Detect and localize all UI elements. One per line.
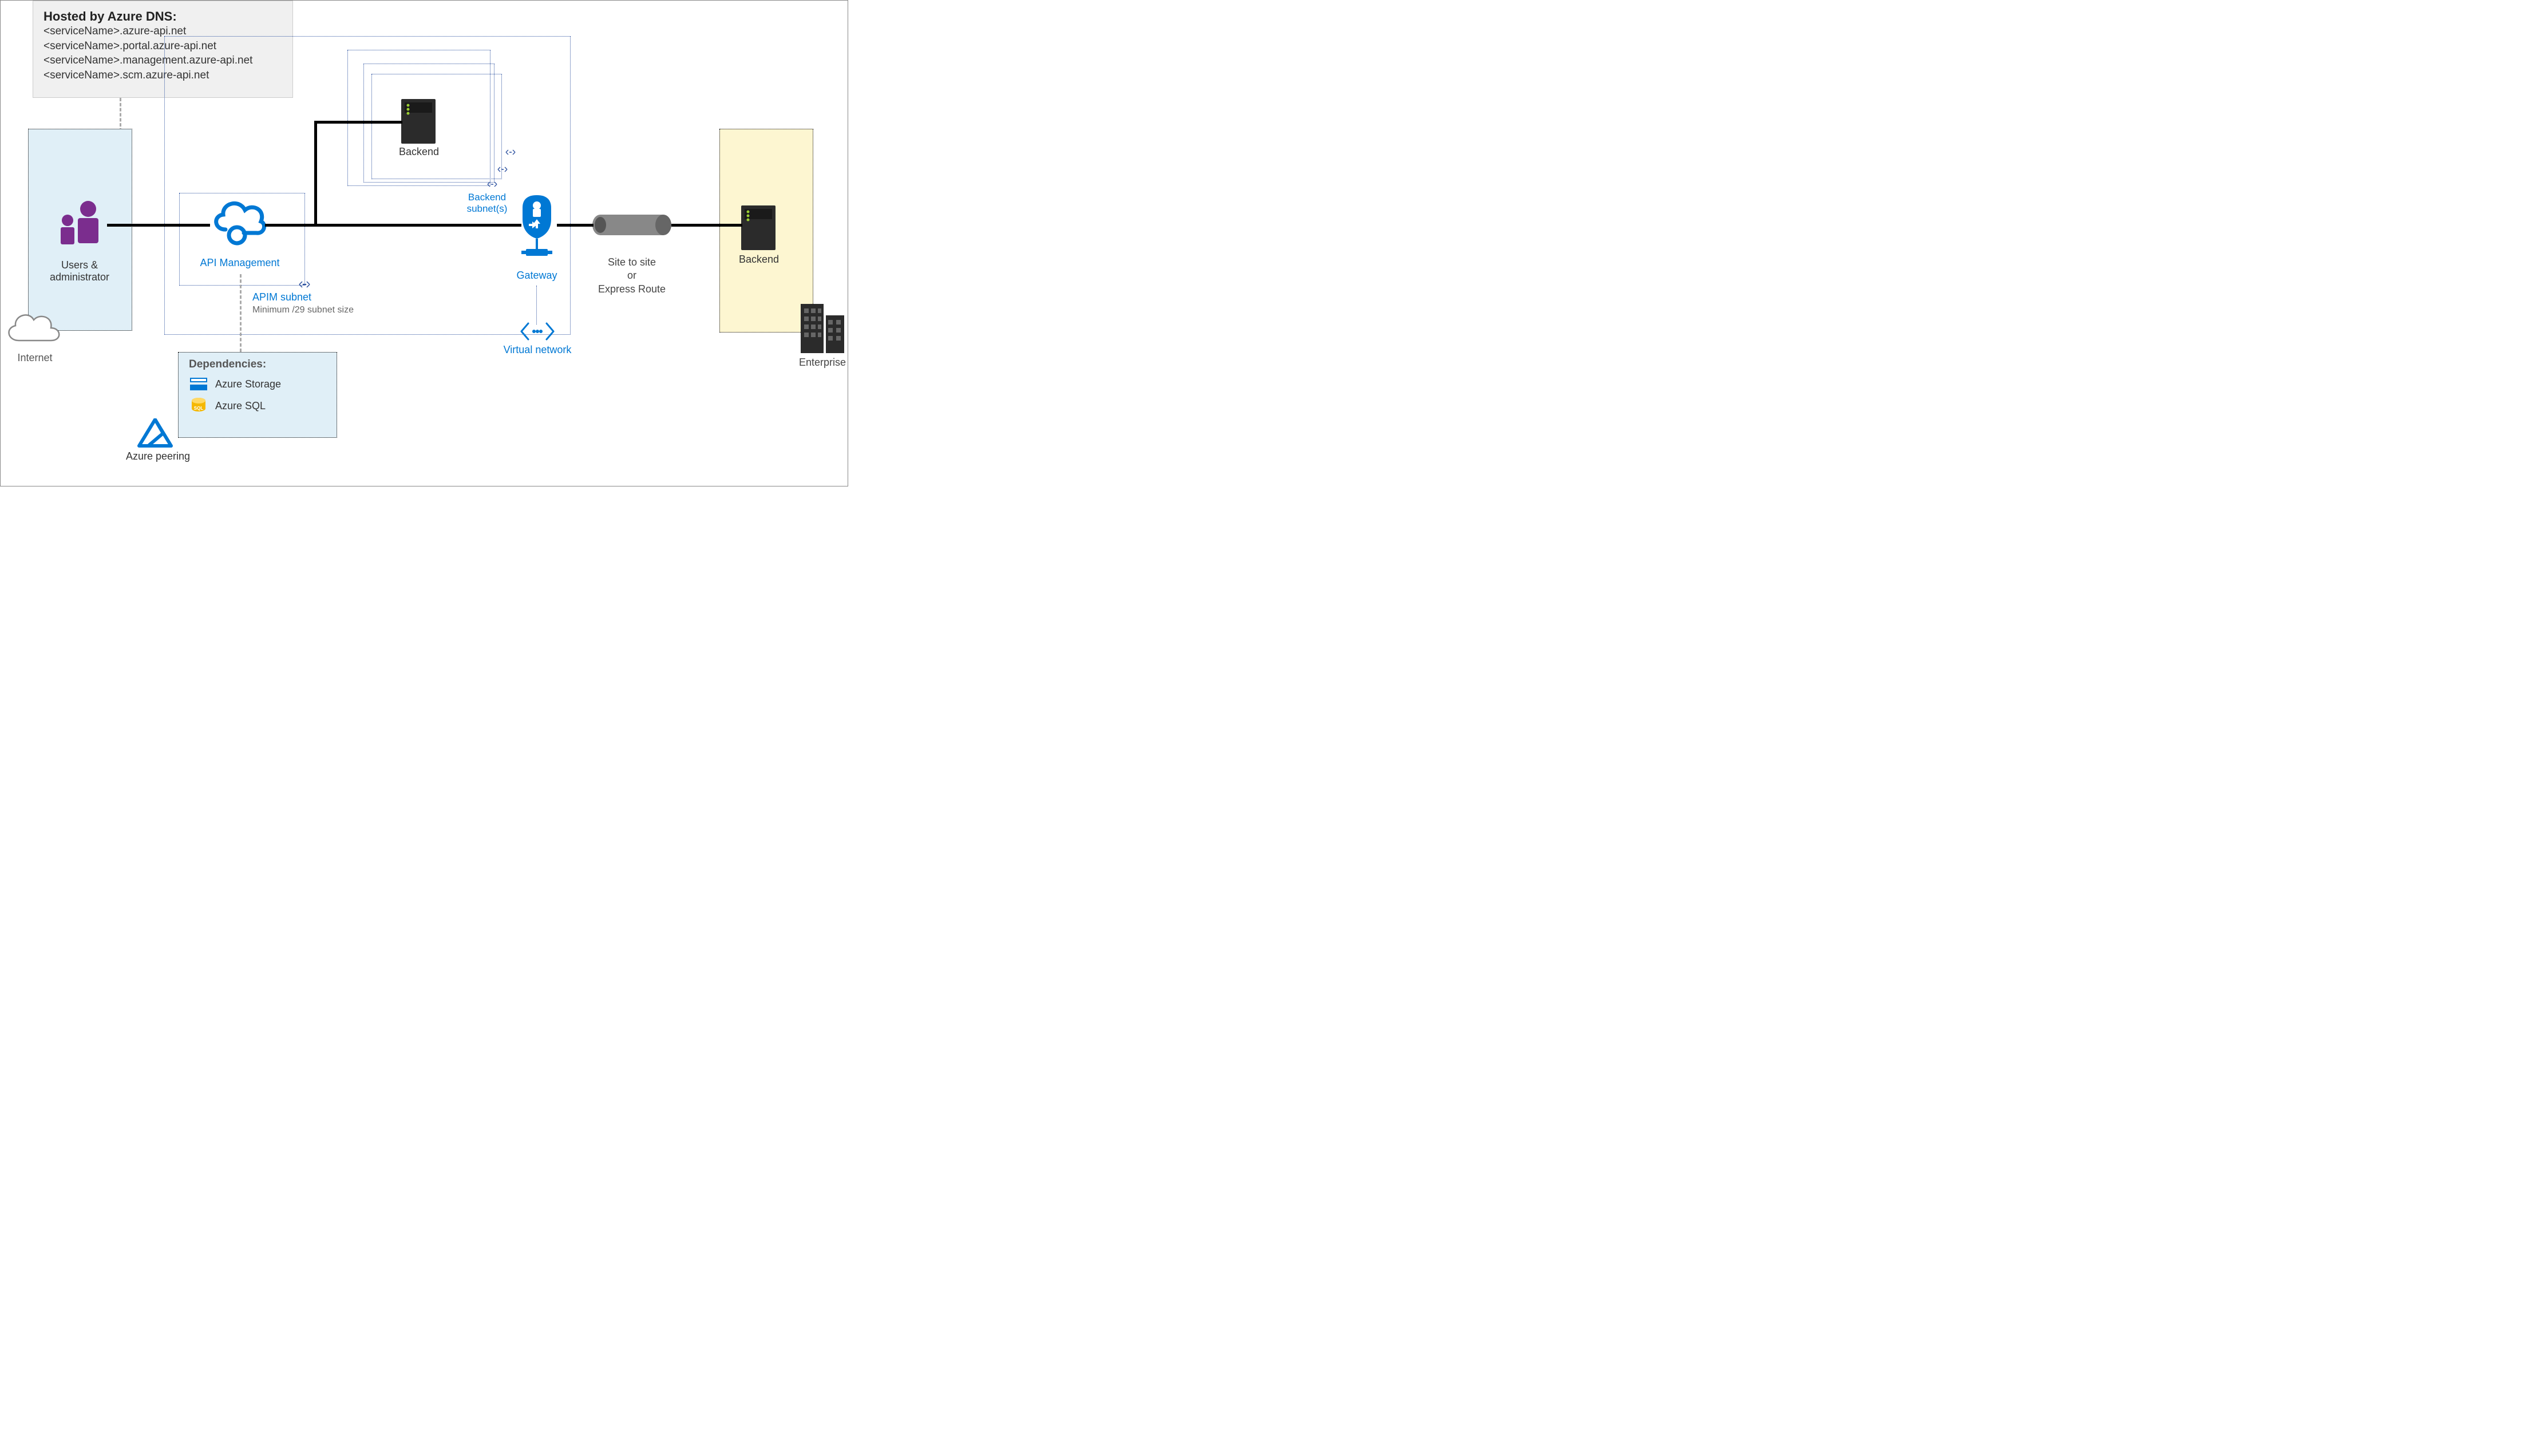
svg-text:SQL: SQL	[194, 406, 204, 411]
dependency-storage-label: Azure Storage	[215, 378, 281, 390]
conn-users-apim	[107, 224, 210, 227]
enterprise-building-icon	[798, 292, 846, 355]
azure-peering-label: Azure peering	[121, 450, 195, 462]
dependency-sql-label: Azure SQL	[215, 400, 266, 412]
apim-subnet-label: APIM subnet	[252, 291, 333, 303]
enterprise-backend-label: Backend	[733, 254, 785, 266]
dependency-row-storage: Azure Storage	[189, 375, 326, 393]
backend-subnet-peering-icon-2	[496, 165, 509, 173]
dependency-row-sql: SQL Azure SQL	[189, 397, 326, 414]
vpn-label-2: or	[589, 270, 675, 282]
dns-title: Hosted by Azure DNS:	[43, 9, 282, 24]
vpn-tunnel-icon	[591, 213, 672, 236]
virtual-network-icon	[515, 320, 560, 343]
api-management-icon	[209, 196, 267, 248]
azure-sql-icon: SQL	[189, 397, 208, 414]
conn-gateway-pipe	[557, 224, 594, 227]
vpn-label-3: Express Route	[589, 283, 675, 295]
virtual-network-label: Virtual network	[492, 344, 583, 356]
dependencies-box: Dependencies: Azure Storage SQL Azure SQ…	[178, 352, 337, 438]
backend-subnet-peering-icon-3	[504, 148, 517, 156]
users-icon	[55, 201, 106, 247]
vpn-label-1: Site to site	[589, 256, 675, 269]
enterprise-server-icon	[741, 205, 776, 250]
internet-label: Internet	[12, 352, 58, 364]
architecture-diagram: Hosted by Azure DNS: <serviceName>.azure…	[0, 0, 848, 486]
gateway-label: Gateway	[505, 270, 568, 282]
apim-peering-icon	[297, 280, 312, 289]
cloud-icon	[2, 305, 65, 351]
conn-apim-backend-h	[314, 121, 402, 124]
apim-label: API Management	[183, 257, 297, 269]
backend-top-label: Backend	[393, 146, 445, 158]
apim-subnet-note: Minimum /29 subnet size	[252, 305, 378, 315]
gateway-to-vnet-connector	[536, 286, 537, 325]
conn-pipe-enterprise	[671, 224, 742, 227]
backend-subnet-box-3	[371, 74, 502, 179]
azure-storage-icon	[189, 375, 208, 393]
backend-subnet-label: Backend subnet(s)	[453, 192, 521, 215]
apim-to-deps-connector	[240, 274, 242, 352]
enterprise-label: Enterprise	[795, 357, 850, 369]
azure-peering-icon	[137, 418, 173, 448]
dependencies-title: Dependencies:	[189, 358, 326, 371]
users-label: Users & administrator	[34, 259, 125, 283]
backend-server-icon	[401, 99, 436, 144]
gateway-icon	[516, 194, 558, 263]
conn-apim-backend-v	[314, 121, 317, 226]
backend-subnet-peering-icon-1	[486, 180, 498, 188]
conn-apim-gateway	[265, 224, 521, 227]
